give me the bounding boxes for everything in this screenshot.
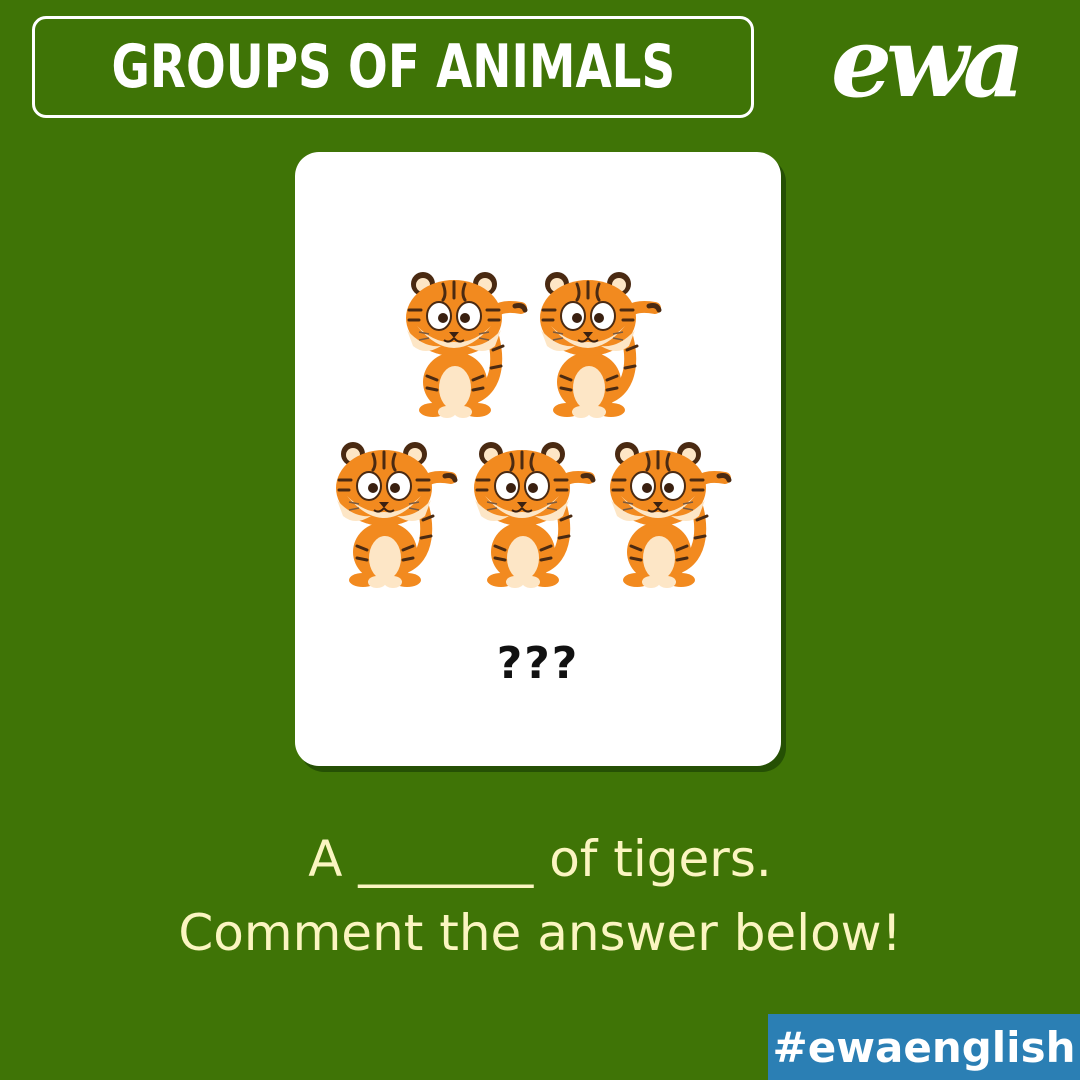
prompt-line-1: A _______ of tigers. [308, 830, 772, 888]
logo-text: ewa [831, 6, 1025, 119]
quiz-card: ??? [295, 152, 781, 766]
tiger-icon [474, 442, 593, 588]
ewa-logo: ewa [800, 6, 1050, 119]
tiger-icon [540, 272, 659, 418]
tiger-icon [336, 442, 455, 588]
question-marks: ??? [496, 638, 580, 689]
prompt-line-2: Comment the answer below! [178, 904, 902, 962]
title-banner: GROUPS OF ANIMALS [32, 16, 754, 118]
tiger-icon [406, 272, 525, 418]
page-title: GROUPS OF ANIMALS [111, 32, 675, 102]
hashtag-badge[interactable]: #ewaenglish [768, 1014, 1080, 1080]
tiger-icon [610, 442, 729, 588]
